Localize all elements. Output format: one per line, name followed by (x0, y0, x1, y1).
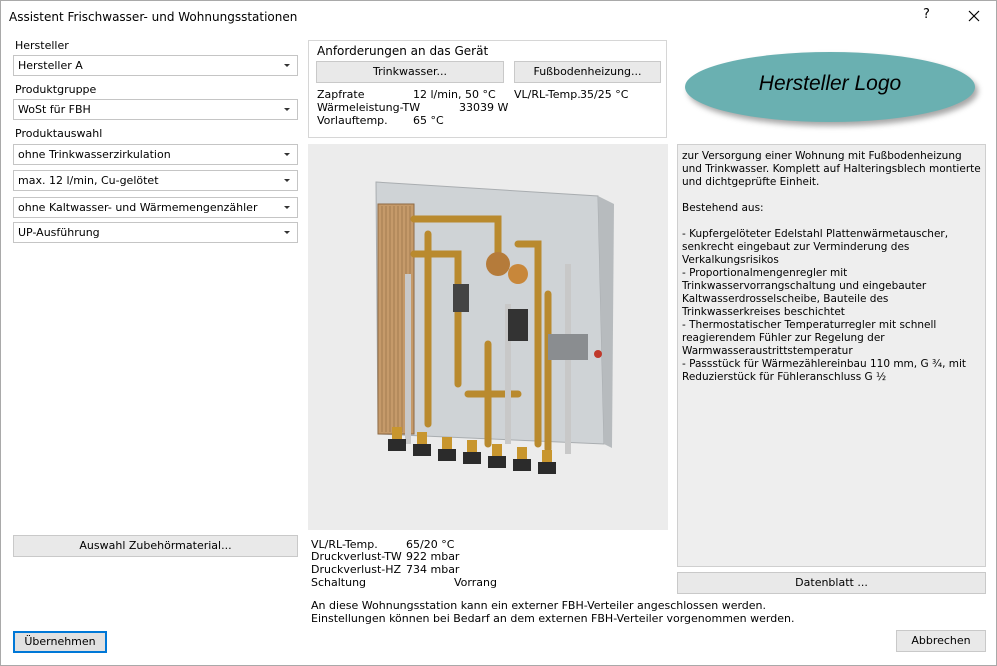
title-bar: Assistent Frischwasser- und Wohnungsstat… (1, 1, 996, 32)
station-illustration (375, 181, 614, 474)
trinkwasser-button[interactable]: Trinkwasser... (316, 61, 504, 83)
dialog-window: Assistent Frischwasser- und Wohnungsstat… (0, 0, 997, 666)
stat-schaltung-value: Vorrang (454, 576, 497, 589)
produktgruppe-value: WoSt für FBH (18, 103, 91, 116)
zapfrate-value: 12 l/min, 50 °C (413, 88, 496, 101)
hersteller-value: Hersteller A (18, 59, 83, 72)
vorlauf-label: Vorlauftemp. (317, 114, 388, 127)
requirements-title: Anforderungen an das Gerät (317, 44, 489, 58)
stat-schaltung-label: Schaltung (311, 576, 367, 589)
description-text: zur Versorgung einer Wohnung mit Fußbode… (677, 144, 986, 567)
chevron-down-icon (284, 206, 290, 209)
datenblatt-button[interactable]: Datenblatt ... (677, 572, 986, 594)
stat-dv-hz-label: Druckverlust-HZ (311, 563, 402, 576)
option-select-zaehler[interactable]: ohne Kaltwasser- und Wärmemengenzähler (13, 197, 298, 218)
option-select-ausfuehrung[interactable]: UP-Ausführung (13, 222, 298, 243)
option-value: ohne Trinkwasserzirkulation (18, 148, 171, 161)
chevron-down-icon (284, 179, 290, 182)
waermeleistung-label: Wärmeleistung-TW (317, 101, 421, 114)
zapfrate-label: Zapfrate (317, 88, 365, 101)
close-icon (968, 10, 980, 22)
chevron-down-icon (284, 64, 290, 67)
produktauswahl-label: Produktauswahl (15, 127, 103, 140)
window-title: Assistent Frischwasser- und Wohnungsstat… (9, 10, 298, 24)
abbrechen-button[interactable]: Abbrechen (896, 630, 986, 652)
vlrl-value: 35/25 °C (580, 88, 629, 101)
stat-dv-tw-value: 922 mbar (406, 550, 460, 563)
chevron-down-icon (284, 231, 290, 234)
close-button[interactable] (959, 4, 989, 28)
logo-text: Hersteller Logo (758, 72, 902, 95)
stat-dv-tw-label: Druckverlust-TW (311, 550, 402, 563)
vorlauf-value: 65 °C (413, 114, 444, 127)
uebernehmen-button[interactable]: Übernehmen (13, 631, 107, 653)
note-line-1: An diese Wohnungsstation kann ein extern… (311, 599, 767, 612)
option-select-durchfluss[interactable]: max. 12 l/min, Cu-gelötet (13, 170, 298, 191)
fussbodenheizung-button[interactable]: Fußbodenheizung... (514, 61, 661, 83)
zubehoer-button[interactable]: Auswahl Zubehörmaterial... (13, 535, 298, 557)
chevron-down-icon (284, 108, 290, 111)
option-value: max. 12 l/min, Cu-gelötet (18, 174, 159, 187)
option-value: ohne Kaltwasser- und Wärmemengenzähler (18, 201, 258, 214)
vlrl-label: VL/RL-Temp. (514, 88, 581, 101)
waermeleistung-value: 33039 W (459, 101, 509, 114)
option-select-zirkulation[interactable]: ohne Trinkwasserzirkulation (13, 144, 298, 165)
help-button[interactable]: ? (923, 7, 930, 22)
hersteller-label: Hersteller (15, 39, 69, 52)
produktgruppe-select[interactable]: WoSt für FBH (13, 99, 298, 120)
chevron-down-icon (284, 153, 290, 156)
note-line-2: Einstellungen können bei Bedarf an dem e… (311, 612, 795, 625)
requirements-group: Anforderungen an das Gerät Trinkwasser..… (308, 40, 667, 138)
option-value: UP-Ausführung (18, 226, 100, 239)
stat-dv-hz-value: 734 mbar (406, 563, 460, 576)
hersteller-select[interactable]: Hersteller A (13, 55, 298, 76)
product-image (308, 144, 668, 530)
produktgruppe-label: Produktgruppe (15, 83, 97, 96)
